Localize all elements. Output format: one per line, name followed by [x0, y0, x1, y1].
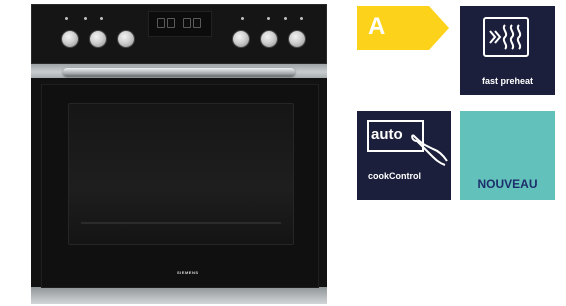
indicator-dot: [65, 17, 68, 20]
new-label: NOUVEAU: [477, 177, 538, 191]
indicator-dot: [300, 17, 303, 20]
oven-door: SIEMENS: [41, 84, 319, 288]
oven-knob: [90, 31, 106, 47]
fast-preheat-label: fast preheat: [481, 76, 534, 86]
oven-knob: [289, 31, 305, 47]
indicator-dot: [284, 17, 287, 20]
oven-rack: [81, 222, 281, 224]
fast-preheat-badge: fast preheat: [460, 6, 555, 95]
auto-text: auto: [371, 126, 403, 143]
oven-knob: [62, 31, 78, 47]
energy-class-letter: A: [368, 13, 386, 40]
new-badge: NOUVEAU: [460, 111, 555, 200]
oven-display: [148, 11, 212, 37]
energy-class-label: A: [357, 6, 449, 50]
oven-product-image: SIEMENS: [31, 4, 327, 304]
oven-window: [68, 103, 294, 245]
indicator-dot: [84, 17, 87, 20]
oven-knob: [233, 31, 249, 47]
oven-door-handle: [63, 68, 295, 76]
indicator-dot: [241, 17, 244, 20]
oven-knob: [261, 31, 277, 47]
cook-control-badge: auto cookControl: [357, 111, 451, 200]
indicator-dot: [100, 17, 103, 20]
brand-logo: SIEMENS: [177, 270, 199, 275]
indicator-dot: [267, 17, 270, 20]
hand-pointer-icon: [411, 134, 448, 166]
preheat-icon: [483, 17, 529, 57]
oven-knob: [118, 31, 134, 47]
oven-control-panel: [31, 4, 327, 64]
cook-control-label: cookControl: [368, 171, 421, 181]
